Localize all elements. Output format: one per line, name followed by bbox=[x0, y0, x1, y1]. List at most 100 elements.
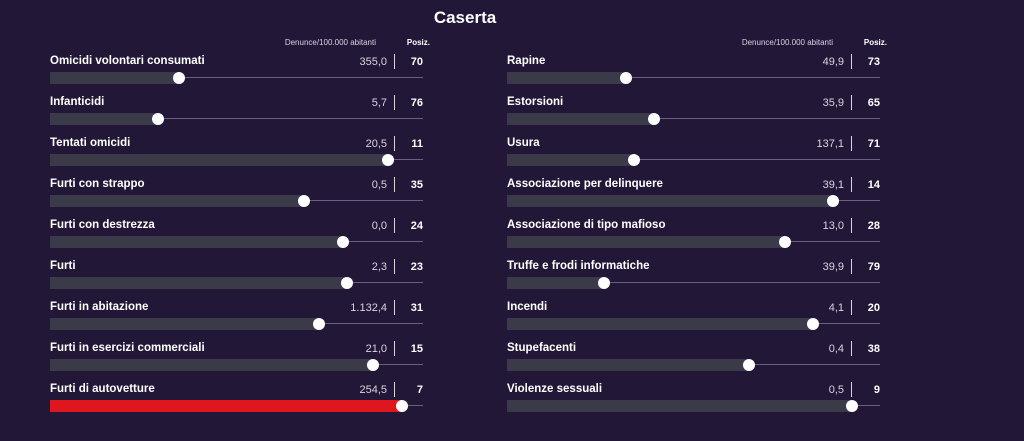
crime-row: Omicidi volontari consumati 355,0 70 bbox=[50, 52, 423, 93]
rank-value: 38 bbox=[867, 343, 880, 355]
rate-value: 0,5 bbox=[371, 179, 387, 191]
divider bbox=[851, 382, 852, 397]
position-label: Posiz. bbox=[863, 38, 887, 47]
divider bbox=[851, 341, 852, 356]
rate-value: 0,0 bbox=[371, 220, 387, 232]
crime-label: Usura bbox=[507, 137, 540, 149]
bar-fill bbox=[50, 318, 319, 330]
rank-value: 23 bbox=[410, 261, 423, 273]
crime-row: Violenze sessuali 0,5 9 bbox=[507, 380, 880, 421]
bar-track bbox=[50, 400, 423, 412]
crime-label: Estorsioni bbox=[507, 96, 564, 108]
bar-knob bbox=[381, 154, 394, 166]
bar-fill bbox=[507, 236, 785, 248]
rank-value: 70 bbox=[410, 56, 423, 68]
bar-knob bbox=[743, 359, 756, 371]
bar-track bbox=[507, 236, 880, 248]
bar-track bbox=[507, 195, 880, 207]
divider bbox=[394, 382, 395, 397]
rate-value: 20,5 bbox=[365, 138, 387, 150]
bar-fill bbox=[50, 359, 373, 371]
bar-fill bbox=[507, 154, 634, 166]
bar-knob bbox=[846, 400, 859, 412]
rank-value: 11 bbox=[411, 138, 423, 150]
bar-track bbox=[50, 318, 423, 330]
divider bbox=[851, 300, 852, 315]
bar-knob bbox=[627, 154, 640, 166]
bar-track bbox=[507, 318, 880, 330]
crime-label: Furti di autovetture bbox=[50, 383, 155, 395]
crime-label: Truffe e frodi informatiche bbox=[507, 260, 650, 272]
crime-label: Tentati omicidi bbox=[50, 137, 131, 149]
rank-value: 71 bbox=[867, 138, 880, 150]
rate-value: 13,0 bbox=[822, 220, 844, 232]
divider bbox=[394, 259, 395, 274]
crime-row: Furti in abitazione 1.132,4 31 bbox=[50, 298, 423, 339]
rate-value: 0,5 bbox=[828, 384, 844, 396]
crime-label: Violenze sessuali bbox=[507, 383, 603, 395]
bar-knob bbox=[597, 277, 610, 289]
bar-fill bbox=[50, 400, 403, 412]
right-column: Denunce/100.000 abitanti Posiz. Rapine 49… bbox=[507, 36, 887, 421]
bar-fill bbox=[507, 359, 750, 371]
unit-label: Denunce/100.000 abitanti bbox=[741, 38, 833, 47]
rank-value: 31 bbox=[410, 302, 423, 314]
crime-row: Associazione per delinquere 39,1 14 bbox=[507, 175, 880, 216]
crime-label: Associazione di tipo mafioso bbox=[507, 219, 666, 231]
divider bbox=[394, 136, 395, 151]
bar-fill bbox=[50, 72, 179, 84]
divider bbox=[851, 259, 852, 274]
bar-fill bbox=[507, 195, 834, 207]
rank-value: 73 bbox=[867, 56, 880, 68]
divider bbox=[394, 95, 395, 110]
divider bbox=[394, 54, 395, 69]
bar-fill bbox=[507, 113, 655, 125]
crime-row: Associazione di tipo mafioso 13,0 28 bbox=[507, 216, 880, 257]
bar-track bbox=[507, 72, 880, 84]
bar-fill bbox=[507, 318, 813, 330]
divider bbox=[851, 177, 852, 192]
rate-value: 137,1 bbox=[816, 138, 844, 150]
rank-value: 79 bbox=[867, 261, 880, 273]
rows-left: Omicidi volontari consumati 355,0 70 Infant… bbox=[50, 52, 423, 421]
crime-label: Infanticidi bbox=[50, 96, 105, 108]
bar-track bbox=[507, 277, 880, 289]
unit-label: Denunce/100.000 abitanti bbox=[284, 38, 376, 47]
crime-label: Omicidi volontari consumati bbox=[50, 55, 205, 67]
divider bbox=[851, 95, 852, 110]
crime-label: Associazione per delinquere bbox=[507, 178, 663, 190]
rank-value: 20 bbox=[867, 302, 880, 314]
crime-row: Furti con destrezza 0,0 24 bbox=[50, 216, 423, 257]
bar-knob bbox=[648, 113, 661, 125]
rate-value: 21,0 bbox=[365, 343, 387, 355]
bar-track bbox=[507, 359, 880, 371]
left-column: Denunce/100.000 abitanti Posiz. Omicidi … bbox=[50, 36, 430, 421]
crime-label: Furti in abitazione bbox=[50, 301, 149, 313]
rate-value: 5,7 bbox=[371, 97, 387, 109]
crime-row: Furti di autovetture 254,5 7 bbox=[50, 380, 423, 421]
crime-row: Stupefacenti 0,4 38 bbox=[507, 339, 880, 380]
bar-knob bbox=[152, 113, 165, 125]
rank-value: 24 bbox=[410, 220, 423, 232]
rank-value: 35 bbox=[410, 179, 423, 191]
bar-knob bbox=[366, 359, 379, 371]
rate-value: 2,3 bbox=[371, 261, 387, 273]
crime-row: Truffe e frodi informatiche 39,9 79 bbox=[507, 257, 880, 298]
bar-knob bbox=[620, 72, 633, 84]
bar-track bbox=[507, 113, 880, 125]
bar-knob bbox=[340, 277, 353, 289]
crime-label: Incendi bbox=[507, 301, 548, 313]
crime-row: Infanticidi 5,7 76 bbox=[50, 93, 423, 134]
crime-label: Furti con strappo bbox=[50, 178, 145, 190]
rank-value: 28 bbox=[867, 220, 880, 232]
rate-value: 4,1 bbox=[828, 302, 844, 314]
bar-fill bbox=[50, 113, 159, 125]
crime-label: Stupefacenti bbox=[507, 342, 577, 354]
bar-knob bbox=[396, 400, 409, 412]
bar-knob bbox=[778, 236, 791, 248]
crime-row: Furti con strappo 0,5 35 bbox=[50, 175, 423, 216]
divider bbox=[394, 177, 395, 192]
bar-track bbox=[50, 359, 423, 371]
rate-value: 39,1 bbox=[822, 179, 844, 191]
rate-value: 35,9 bbox=[822, 97, 844, 109]
